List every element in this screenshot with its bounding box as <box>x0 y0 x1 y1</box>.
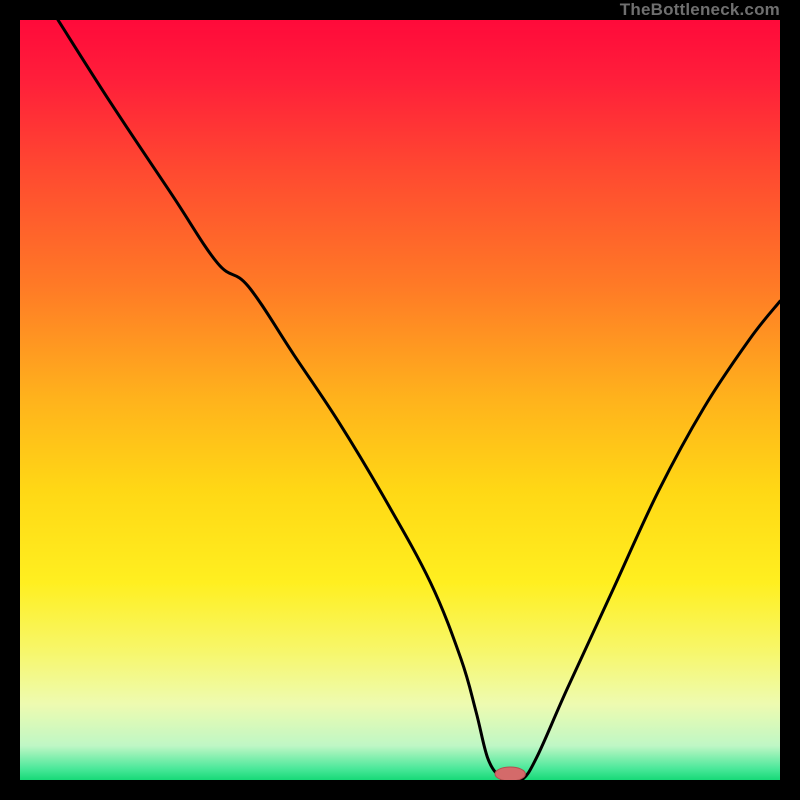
optimal-point-marker <box>495 767 525 780</box>
chart-frame: TheBottleneck.com <box>0 0 800 800</box>
chart-svg <box>20 20 780 780</box>
watermark-text: TheBottleneck.com <box>620 0 780 20</box>
plot-area <box>20 20 780 780</box>
gradient-background <box>20 20 780 780</box>
